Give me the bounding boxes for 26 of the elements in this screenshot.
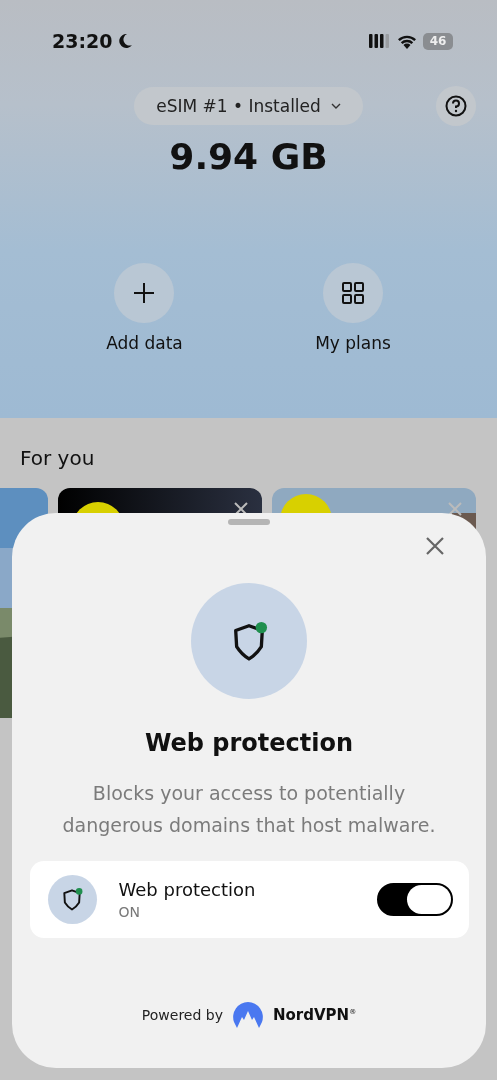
setting-status: ON xyxy=(118,904,141,920)
esim-selector[interactable]: eSIM #1 • Installed xyxy=(134,87,363,125)
close-icon[interactable] xyxy=(448,502,462,516)
close-icon[interactable] xyxy=(234,502,248,516)
setting-title: Web protection xyxy=(118,879,257,900)
toggle-switch[interactable] xyxy=(376,883,453,916)
battery-level: 46 xyxy=(423,32,453,50)
help-icon xyxy=(445,95,467,117)
powered-by-label: Powered by xyxy=(141,1007,223,1023)
close-icon xyxy=(426,537,444,555)
clock-time: 23:20 xyxy=(52,30,113,52)
help-button[interactable] xyxy=(436,86,476,126)
mountain-logo-icon xyxy=(233,1002,263,1028)
chevron-down-icon xyxy=(330,103,341,109)
moon-icon xyxy=(118,33,133,49)
section-title: For you xyxy=(20,446,96,470)
wifi-icon xyxy=(397,33,417,49)
plus-icon xyxy=(133,282,156,304)
drag-handle[interactable] xyxy=(228,519,270,525)
data-remaining: 9.94 GB xyxy=(168,136,329,177)
grid-icon xyxy=(341,282,364,304)
brand-name: NordVPN$^{®}$ xyxy=(273,1006,357,1024)
sheet-description: Blocks your access to potentially dangerous domains that host malware. xyxy=(61,781,437,838)
signal-icon xyxy=(369,34,391,48)
sheet-title: Web protection xyxy=(144,729,354,757)
shield-icon xyxy=(61,887,83,912)
